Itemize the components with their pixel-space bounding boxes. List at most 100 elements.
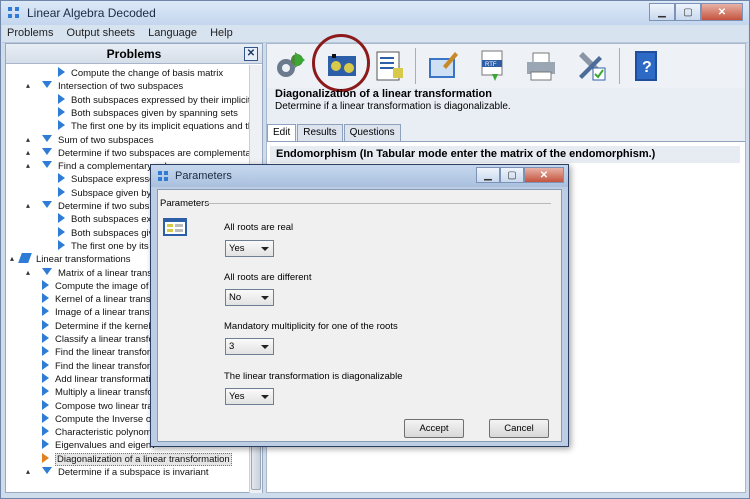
tree-item[interactable]: Both subspaces exp — [58, 213, 157, 226]
dialog-body: Parameters All roots are real Yes All ro… — [157, 189, 562, 442]
toolbar-button-help[interactable]: ? — [625, 46, 665, 86]
toolbar-button-settings[interactable] — [269, 46, 309, 86]
tree-item[interactable]: Matrix of a linear transf — [42, 267, 155, 280]
form-icon — [163, 218, 187, 236]
tree-item-label: Eigenvalues and eigenv — [55, 440, 156, 452]
tree-item[interactable]: Find the linear transform — [42, 346, 158, 359]
tree-item-label: Compute the change of basis matrix — [71, 68, 224, 79]
dialog-minimize-button[interactable]: ▁ — [476, 167, 500, 183]
triangle-right-icon — [58, 120, 65, 131]
tree-item[interactable]: Characteristic polynomia — [42, 426, 159, 439]
expand-toggle[interactable]: ▴ — [26, 268, 34, 277]
tree-item[interactable]: Determine if the kernel — [42, 319, 151, 333]
chevron-down-icon — [261, 296, 269, 300]
tree-item-label: Subspace given by — [71, 187, 152, 199]
section-subtitle: Determine if a linear transformation is … — [275, 101, 511, 112]
help-book-icon: ? — [635, 51, 657, 81]
accept-button[interactable]: Accept — [404, 419, 464, 438]
tab-edit[interactable]: Edit — [267, 124, 297, 141]
tree-item-label: Image of a linear transfo — [55, 307, 158, 319]
tree-item[interactable]: Sum of two subspaces — [42, 134, 154, 147]
expand-toggle[interactable]: ▴ — [26, 135, 34, 144]
close-icon: ✕ — [539, 169, 549, 181]
roots-real-value: Yes — [229, 243, 245, 254]
tree-item[interactable]: Add linear transformatio — [42, 372, 156, 386]
roots-real-select[interactable]: Yes — [225, 240, 274, 257]
menu-language[interactable]: Language — [143, 25, 202, 41]
tab-results[interactable]: Results — [297, 124, 343, 141]
tree-item[interactable]: The first one by its implicit equations … — [58, 120, 249, 133]
toolbar-button-rtf-export[interactable]: RTF — [472, 46, 512, 86]
minimize-button[interactable]: ▁ — [649, 3, 675, 21]
toolbar-button-clear[interactable] — [423, 46, 463, 86]
panel-close-button[interactable]: ✕ — [244, 47, 258, 61]
tree-item[interactable]: The first one by its — [58, 239, 149, 253]
tree-item[interactable]: Classify a linear transfo — [42, 333, 154, 346]
tree-item-label: Compute the image of a — [55, 280, 157, 292]
tree-item[interactable]: Intersection of two subspaces — [42, 80, 183, 93]
tree-item[interactable]: Compose two linear tran — [42, 399, 158, 413]
triangle-right-icon — [58, 239, 65, 250]
tree-item[interactable]: Both subspaces expressed by their implic… — [58, 93, 249, 107]
tree-item[interactable]: Compute the change of basis matrix — [58, 67, 223, 80]
title-bar: Linear Algebra Decoded ▁ ▢ ✕ — [1, 1, 749, 25]
tree-item-label: Determine if two subs — [58, 201, 150, 212]
rtf-export-icon: RTF — [481, 50, 503, 81]
tree-item[interactable]: Determine if a subspace is invariant — [42, 466, 209, 479]
expand-toggle[interactable]: ▴ — [26, 82, 34, 90]
tree-item[interactable]: Both subspaces given by spanning sets — [58, 106, 238, 120]
tree-item-label: Both subspaces giv — [71, 227, 154, 239]
param-label-roots-real: All roots are real — [224, 222, 294, 233]
tree-item[interactable]: Compute the image of a — [42, 279, 157, 293]
tree-item[interactable]: Linear transformations — [18, 253, 131, 266]
dialog-close-button[interactable]: ✕ — [524, 167, 564, 183]
close-icon: ✕ — [717, 6, 727, 18]
tree-item[interactable]: Determine if two subspaces are complemen… — [42, 147, 249, 160]
tree-item[interactable]: Subspace expresse — [58, 173, 154, 186]
expand-toggle[interactable]: ▴ — [26, 202, 34, 210]
tree-item[interactable]: Image of a linear transfo — [42, 306, 157, 319]
tree-item[interactable]: Both subspaces giv — [58, 226, 154, 240]
triangle-right-icon — [42, 306, 49, 317]
dialog-maximize-button[interactable]: ▢ — [500, 167, 524, 183]
roots-different-select[interactable]: No — [225, 289, 274, 306]
toolbar-button-tools[interactable] — [571, 46, 611, 86]
chevron-down-icon — [261, 345, 269, 349]
triangle-right-icon — [42, 399, 49, 410]
tree-item[interactable]: Compute the Inverse of — [42, 412, 154, 426]
menu-output-sheets[interactable]: Output sheets — [62, 25, 141, 41]
close-button[interactable]: ✕ — [701, 3, 743, 21]
maximize-button[interactable]: ▢ — [675, 3, 701, 21]
toolbar-button-checklist[interactable] — [369, 46, 409, 86]
tree-item[interactable]: Subspace given by — [58, 186, 152, 200]
menu-bar: Problems Output sheets Language Help — [2, 25, 748, 43]
tree-item[interactable]: Multiply a linear transfo — [42, 386, 153, 399]
tree-item[interactable]: Kernel of a linear transf — [42, 293, 153, 306]
toolbar-separator — [619, 48, 620, 84]
menu-problems[interactable]: Problems — [2, 25, 58, 41]
parameters-dialog: Parameters ▁ ▢ ✕ Parameters All roots ar… — [150, 164, 569, 447]
expand-toggle[interactable]: ▴ — [10, 255, 18, 263]
expand-toggle[interactable]: ▴ — [26, 148, 34, 157]
tab-questions[interactable]: Questions — [343, 124, 401, 141]
expand-toggle[interactable]: ▴ — [26, 468, 34, 476]
tree-item[interactable]: Diagonalization of a linear transformati… — [42, 452, 232, 466]
triangle-down-icon — [42, 81, 52, 89]
checklist-icon — [376, 51, 403, 81]
tree-item[interactable]: Determine if two subs — [42, 200, 149, 213]
toolbar-button-print[interactable] — [521, 46, 561, 86]
tree-item-label: Both subspaces given by spanning sets — [71, 107, 238, 119]
triangle-right-icon — [58, 67, 65, 77]
cancel-button[interactable]: Cancel — [489, 419, 549, 438]
menu-help[interactable]: Help — [205, 25, 238, 41]
tree-item[interactable]: Find the linear transform — [42, 359, 158, 373]
diagonalizable-select[interactable]: Yes — [225, 388, 274, 405]
tree-item-label: Add linear transformatio — [55, 373, 156, 385]
expand-toggle[interactable]: ▴ — [26, 162, 34, 170]
triangle-right-icon — [42, 333, 49, 343]
chevron-down-icon — [261, 247, 269, 251]
tree-item-label: Diagonalization of a linear transformati… — [55, 452, 232, 466]
tree-item-label: Intersection of two subspaces — [58, 81, 184, 93]
multiplicity-select[interactable]: 3 — [225, 338, 274, 355]
tree-item[interactable]: Eigenvalues and eigenv — [42, 439, 156, 452]
